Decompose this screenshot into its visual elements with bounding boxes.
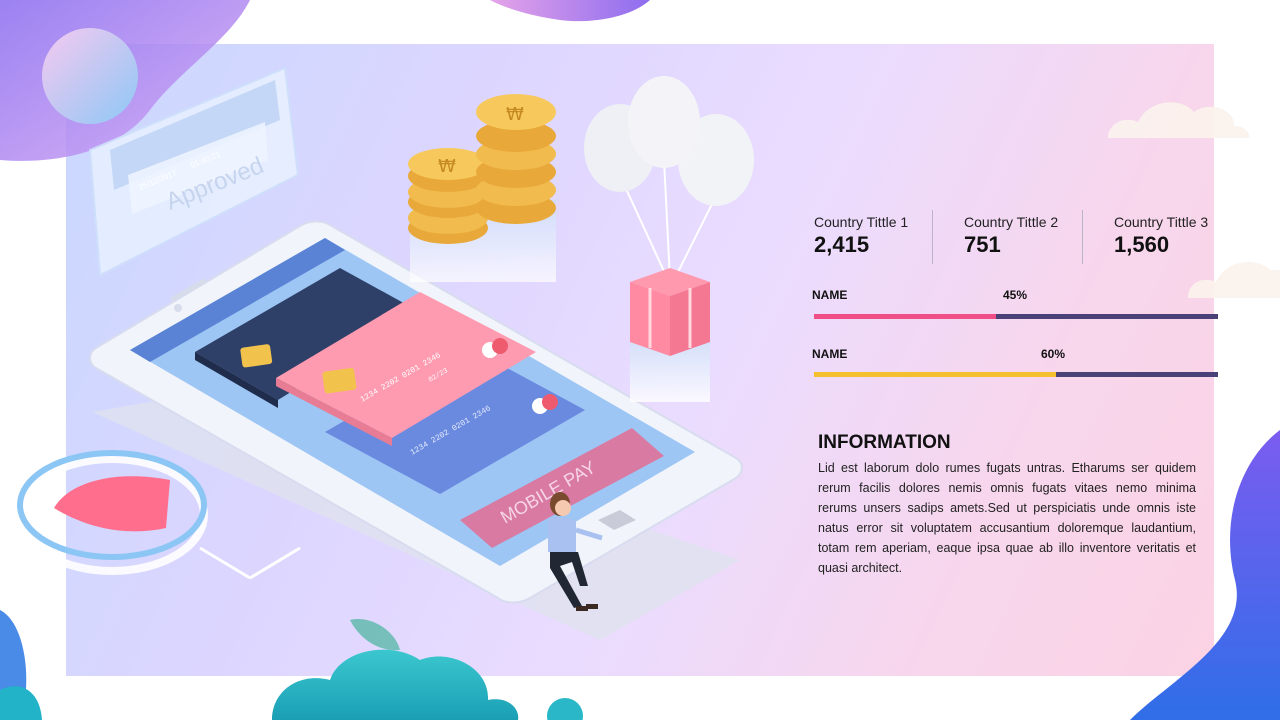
progress-track [814, 314, 1218, 319]
info-title: INFORMATION [818, 432, 951, 453]
stat-label: Country Tittle 1 [814, 214, 909, 230]
stat-country-2: Country Tittle 2 751 [964, 214, 1094, 258]
top-blob [490, 0, 650, 22]
bar-percent: 60% [1041, 347, 1066, 361]
stat-value: 2,415 [814, 232, 870, 257]
progress-fill [814, 372, 1057, 377]
bar-name: NAME [812, 288, 848, 302]
stat-divider [1082, 210, 1083, 264]
clouds [1108, 102, 1280, 298]
balloons-gift [584, 76, 754, 402]
stat-divider [932, 210, 933, 264]
progress-track [814, 372, 1218, 377]
progress-fill [814, 314, 996, 319]
stat-label: Country Tittle 3 [1114, 214, 1209, 230]
stat-country-3: Country Tittle 3 1,560 [1114, 214, 1244, 258]
stat-value: 1,560 [1114, 232, 1170, 257]
stat-label: Country Tittle 2 [964, 214, 1059, 230]
coin-symbol-left: ₩ [438, 156, 456, 177]
coin-stacks: ₩ ₩ [408, 94, 556, 282]
mobile-payment-illustration: Approved 25/12/2017 01:40:21 1234 2202 0… [0, 0, 1280, 720]
coin-symbol-right: ₩ [506, 104, 524, 125]
bottom-foliage [0, 610, 583, 720]
bar-percent: 45% [1003, 288, 1028, 302]
stat-value: 751 [964, 232, 1001, 257]
info-body: Lid est laborum dolo rumes fugats untras… [818, 461, 1196, 575]
stat-country-1: Country Tittle 1 2,415 [814, 214, 944, 258]
bar-name: NAME [812, 347, 848, 361]
